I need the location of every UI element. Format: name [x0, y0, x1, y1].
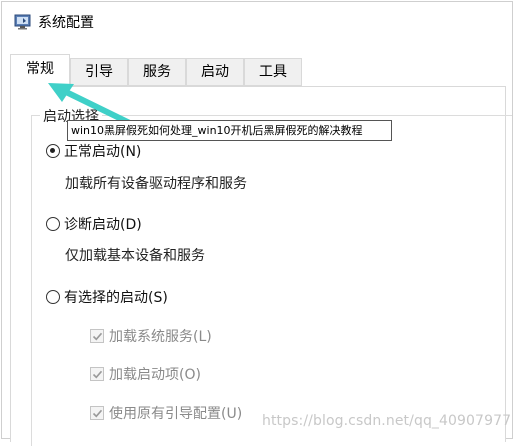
normal-startup-label[interactable]: 正常启动(N): [64, 141, 141, 161]
load-system-services-label: 加载系统服务(L): [109, 329, 212, 345]
normal-startup-description: 加载所有设备驱动程序和服务: [65, 176, 247, 192]
window-title: 系统配置: [38, 15, 94, 31]
diagnostic-startup-radio[interactable]: [46, 217, 60, 231]
load-startup-items-checkbox[interactable]: [90, 367, 104, 381]
checkmark-icon: [92, 370, 103, 379]
tab-startup[interactable]: 启动: [186, 58, 244, 86]
use-original-boot-config-checkbox[interactable]: [90, 406, 104, 420]
checkmark-icon: [92, 409, 103, 418]
selective-startup-label[interactable]: 有选择的启动(S): [64, 287, 168, 307]
selective-startup-radio[interactable]: [46, 290, 60, 304]
load-startup-items-label: 加载启动项(O): [109, 367, 201, 383]
use-original-boot-config-label: 使用原有引导配置(U): [109, 406, 243, 422]
diagnostic-startup-label[interactable]: 诊断启动(D): [64, 214, 142, 234]
tooltip: win10黑屏假死如何处理_win10开机后黑屏假死的解决教程: [67, 120, 392, 141]
diagnostic-startup-description: 仅加载基本设备和服务: [65, 248, 205, 264]
system-config-window: 系统配置 常规 引导 服务 启动 工具 启动选择 正常启动(N) 加载所有设备驱…: [1, 1, 513, 446]
startup-selection-group: 启动选择 正常启动(N) 加载所有设备驱动程序和服务 诊断启动(D) 仅加载基本…: [31, 106, 512, 446]
watermark-text: https://blog.csdn.net/qq_40907977: [262, 413, 512, 429]
title-bar: 系统配置: [2, 2, 512, 40]
msconfig-app-icon: [14, 14, 32, 30]
normal-startup-radio[interactable]: [46, 144, 60, 158]
checkmark-icon: [92, 332, 103, 341]
tab-tools[interactable]: 工具: [244, 58, 302, 86]
load-system-services-checkbox[interactable]: [90, 329, 104, 343]
